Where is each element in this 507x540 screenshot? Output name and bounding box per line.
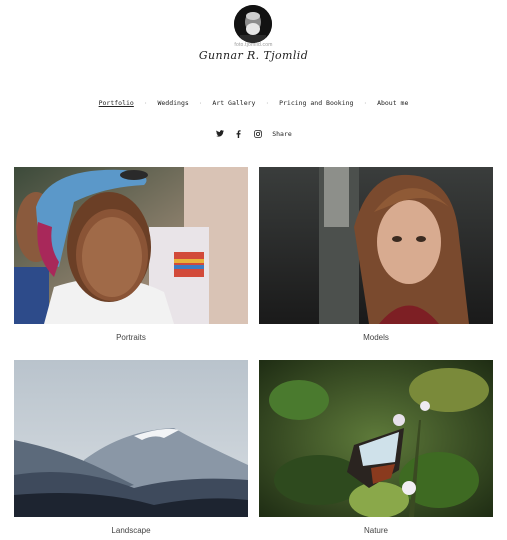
instagram-icon[interactable] [253,129,262,138]
gallery-tile-landscape[interactable] [14,360,248,517]
portraits-thumbnail [14,167,248,324]
facebook-icon[interactable] [234,129,243,138]
nav-separator: · [363,99,368,107]
models-thumbnail [259,167,493,324]
gallery-caption-portraits[interactable]: Portraits [14,333,248,342]
avatar[interactable] [234,5,272,43]
nav-separator: · [143,99,148,107]
nav-item-portfolio[interactable]: Portfolio [99,99,134,107]
site-logo-signature[interactable]: Gunnar R. Tjomlid [0,49,507,62]
gallery-tile-models[interactable] [259,167,493,324]
nature-thumbnail [259,360,493,517]
gallery-caption-nature[interactable]: Nature [259,526,493,535]
nav-item-weddings[interactable]: Weddings [157,99,188,107]
nav-separator: · [198,99,203,107]
gallery-tile-portraits[interactable] [14,167,248,324]
social-bar: Share [0,129,507,138]
nav-separator: · [265,99,270,107]
site-domain: foto.tjomlid.com [234,42,273,48]
nav-item-art-gallery[interactable]: Art Gallery [212,99,255,107]
nav-item-pricing-and-booking[interactable]: Pricing and Booking [279,99,353,107]
gallery-tile-nature[interactable] [259,360,493,517]
main-nav: Portfolio · Weddings · Art Gallery · Pri… [0,99,507,107]
gallery-caption-models[interactable]: Models [259,333,493,342]
landscape-thumbnail [14,360,248,517]
twitter-icon[interactable] [215,129,224,138]
nav-item-about-me[interactable]: About me [377,99,408,107]
share-button[interactable]: Share [272,130,292,138]
gallery-caption-landscape[interactable]: Landscape [14,526,248,535]
